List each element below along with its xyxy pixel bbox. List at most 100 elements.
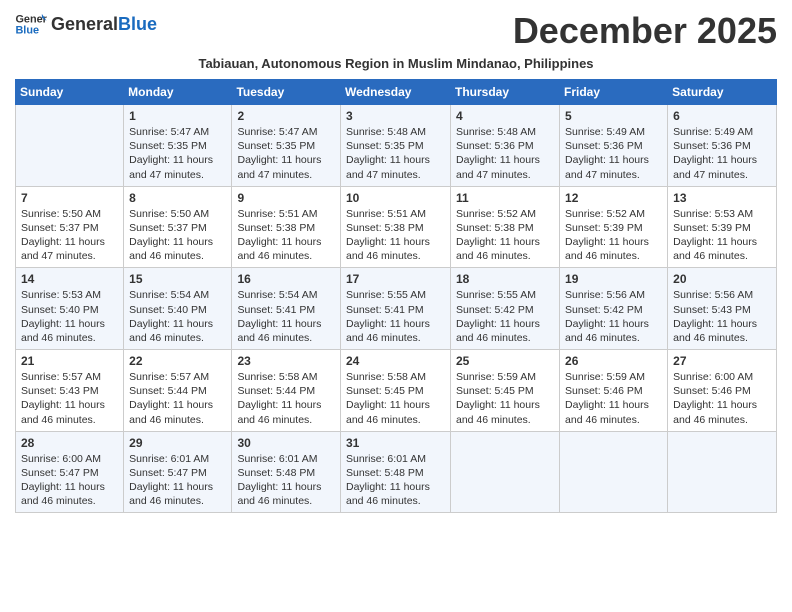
day-number: 13 [673, 191, 771, 205]
day-number: 23 [237, 354, 335, 368]
day-info: Sunrise: 5:55 AM Sunset: 5:41 PM Dayligh… [346, 288, 445, 345]
calendar-cell [16, 105, 124, 187]
calendar-cell [668, 431, 777, 513]
day-info: Sunrise: 5:56 AM Sunset: 5:43 PM Dayligh… [673, 288, 771, 345]
day-number: 9 [237, 191, 335, 205]
calendar-cell: 28 Sunrise: 6:00 AM Sunset: 5:47 PM Dayli… [16, 431, 124, 513]
day-header-saturday: Saturday [668, 80, 777, 105]
day-number: 15 [129, 272, 226, 286]
day-info: Sunrise: 5:57 AM Sunset: 5:44 PM Dayligh… [129, 370, 226, 427]
day-info: Sunrise: 6:00 AM Sunset: 5:47 PM Dayligh… [21, 452, 118, 509]
day-header-friday: Friday [560, 80, 668, 105]
day-number: 30 [237, 436, 335, 450]
day-number: 16 [237, 272, 335, 286]
calendar-cell: 21 Sunrise: 5:57 AM Sunset: 5:43 PM Dayli… [16, 350, 124, 432]
logo-icon: General Blue [15, 10, 47, 38]
calendar-cell: 15 Sunrise: 5:54 AM Sunset: 5:40 PM Dayli… [124, 268, 232, 350]
calendar-cell: 24 Sunrise: 5:58 AM Sunset: 5:45 PM Dayli… [341, 350, 451, 432]
day-info: Sunrise: 5:59 AM Sunset: 5:45 PM Dayligh… [456, 370, 554, 427]
day-number: 1 [129, 109, 226, 123]
day-info: Sunrise: 5:50 AM Sunset: 5:37 PM Dayligh… [21, 207, 118, 264]
calendar-cell: 14Sunrise: 5:53 AM Sunset: 5:40 PM Dayli… [16, 268, 124, 350]
day-number: 19 [565, 272, 662, 286]
day-number: 2 [237, 109, 335, 123]
day-number: 28 [21, 436, 118, 450]
day-info: Sunrise: 5:58 AM Sunset: 5:45 PM Dayligh… [346, 370, 445, 427]
day-header-thursday: Thursday [451, 80, 560, 105]
day-info: Sunrise: 5:57 AM Sunset: 5:43 PM Dayligh… [21, 370, 118, 427]
day-number: 18 [456, 272, 554, 286]
calendar-week-row: 7 Sunrise: 5:50 AM Sunset: 5:37 PM Daylig… [16, 186, 777, 268]
day-info: Sunrise: 6:01 AM Sunset: 5:48 PM Dayligh… [346, 452, 445, 509]
calendar-week-row: 14Sunrise: 5:53 AM Sunset: 5:40 PM Dayli… [16, 268, 777, 350]
day-info: Sunrise: 5:53 AM Sunset: 5:39 PM Dayligh… [673, 207, 771, 264]
day-info: Sunrise: 5:49 AM Sunset: 5:36 PM Dayligh… [565, 125, 662, 182]
calendar-cell: 10 Sunrise: 5:51 AM Sunset: 5:38 PM Dayli… [341, 186, 451, 268]
day-number: 7 [21, 191, 118, 205]
day-number: 31 [346, 436, 445, 450]
day-number: 24 [346, 354, 445, 368]
day-info: Sunrise: 5:55 AM Sunset: 5:42 PM Dayligh… [456, 288, 554, 345]
day-number: 12 [565, 191, 662, 205]
calendar-cell: 20 Sunrise: 5:56 AM Sunset: 5:43 PM Dayli… [668, 268, 777, 350]
calendar-cell: 1 Sunrise: 5:47 AM Sunset: 5:35 PM Daylig… [124, 105, 232, 187]
calendar-cell: 30 Sunrise: 6:01 AM Sunset: 5:48 PM Dayli… [232, 431, 341, 513]
day-number: 26 [565, 354, 662, 368]
calendar-week-row: 21 Sunrise: 5:57 AM Sunset: 5:43 PM Dayli… [16, 350, 777, 432]
page-header: General Blue GeneralBlue December 2025 [15, 10, 777, 52]
day-number: 3 [346, 109, 445, 123]
day-info: Sunrise: 5:51 AM Sunset: 5:38 PM Dayligh… [346, 207, 445, 264]
day-number: 6 [673, 109, 771, 123]
calendar-cell [560, 431, 668, 513]
day-header-tuesday: Tuesday [232, 80, 341, 105]
calendar-cell: 29Sunrise: 6:01 AM Sunset: 5:47 PM Dayli… [124, 431, 232, 513]
day-info: Sunrise: 6:01 AM Sunset: 5:47 PM Dayligh… [129, 452, 226, 509]
calendar-header-row: SundayMondayTuesdayWednesdayThursdayFrid… [16, 80, 777, 105]
calendar-cell: 23Sunrise: 5:58 AM Sunset: 5:44 PM Dayli… [232, 350, 341, 432]
calendar-cell: 25 Sunrise: 5:59 AM Sunset: 5:45 PM Dayli… [451, 350, 560, 432]
calendar-cell: 5 Sunrise: 5:49 AM Sunset: 5:36 PM Daylig… [560, 105, 668, 187]
calendar-cell: 22 Sunrise: 5:57 AM Sunset: 5:44 PM Dayli… [124, 350, 232, 432]
calendar-cell: 12 Sunrise: 5:52 AM Sunset: 5:39 PM Dayli… [560, 186, 668, 268]
day-info: Sunrise: 5:47 AM Sunset: 5:35 PM Dayligh… [129, 125, 226, 182]
day-number: 5 [565, 109, 662, 123]
day-info: Sunrise: 5:48 AM Sunset: 5:36 PM Dayligh… [456, 125, 554, 182]
calendar-week-row: 1 Sunrise: 5:47 AM Sunset: 5:35 PM Daylig… [16, 105, 777, 187]
day-number: 20 [673, 272, 771, 286]
day-number: 22 [129, 354, 226, 368]
day-info: Sunrise: 5:53 AM Sunset: 5:40 PM Dayligh… [21, 288, 118, 345]
day-info: Sunrise: 5:54 AM Sunset: 5:41 PM Dayligh… [237, 288, 335, 345]
calendar-cell: 11 Sunrise: 5:52 AM Sunset: 5:38 PM Dayli… [451, 186, 560, 268]
logo-blue-text: Blue [118, 14, 157, 34]
svg-text:Blue: Blue [15, 24, 39, 36]
day-number: 25 [456, 354, 554, 368]
day-header-wednesday: Wednesday [341, 80, 451, 105]
day-number: 10 [346, 191, 445, 205]
calendar-cell: 8Sunrise: 5:50 AM Sunset: 5:37 PM Daylig… [124, 186, 232, 268]
logo: General Blue GeneralBlue [15, 10, 157, 38]
day-header-monday: Monday [124, 80, 232, 105]
calendar-cell: 26Sunrise: 5:59 AM Sunset: 5:46 PM Dayli… [560, 350, 668, 432]
day-number: 4 [456, 109, 554, 123]
day-number: 11 [456, 191, 554, 205]
logo-general-text: General [51, 14, 118, 34]
day-info: Sunrise: 5:54 AM Sunset: 5:40 PM Dayligh… [129, 288, 226, 345]
day-info: Sunrise: 6:00 AM Sunset: 5:46 PM Dayligh… [673, 370, 771, 427]
day-info: Sunrise: 5:52 AM Sunset: 5:39 PM Dayligh… [565, 207, 662, 264]
month-year-title: December 2025 [513, 10, 777, 52]
day-info: Sunrise: 5:48 AM Sunset: 5:35 PM Dayligh… [346, 125, 445, 182]
day-info: Sunrise: 6:01 AM Sunset: 5:48 PM Dayligh… [237, 452, 335, 509]
calendar-table: SundayMondayTuesdayWednesdayThursdayFrid… [15, 79, 777, 513]
day-header-sunday: Sunday [16, 80, 124, 105]
calendar-cell: 19Sunrise: 5:56 AM Sunset: 5:42 PM Dayli… [560, 268, 668, 350]
day-number: 21 [21, 354, 118, 368]
calendar-cell: 4 Sunrise: 5:48 AM Sunset: 5:36 PM Daylig… [451, 105, 560, 187]
day-info: Sunrise: 5:52 AM Sunset: 5:38 PM Dayligh… [456, 207, 554, 264]
calendar-cell: 7 Sunrise: 5:50 AM Sunset: 5:37 PM Daylig… [16, 186, 124, 268]
day-info: Sunrise: 5:51 AM Sunset: 5:38 PM Dayligh… [237, 207, 335, 264]
day-info: Sunrise: 5:47 AM Sunset: 5:35 PM Dayligh… [237, 125, 335, 182]
calendar-cell: 27Sunrise: 6:00 AM Sunset: 5:46 PM Dayli… [668, 350, 777, 432]
day-info: Sunrise: 5:49 AM Sunset: 5:36 PM Dayligh… [673, 125, 771, 182]
calendar-cell: 2 Sunrise: 5:47 AM Sunset: 5:35 PM Daylig… [232, 105, 341, 187]
calendar-cell: 3 Sunrise: 5:48 AM Sunset: 5:35 PM Daylig… [341, 105, 451, 187]
